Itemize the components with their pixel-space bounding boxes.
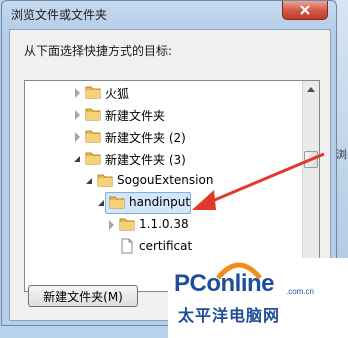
tree-item-label: 新建文件夹: [105, 109, 166, 123]
close-button[interactable]: [282, 1, 328, 20]
scroll-thumb[interactable]: [304, 151, 318, 168]
collapse-arrow-icon[interactable]: [74, 156, 80, 162]
scroll-up-button[interactable]: [303, 81, 319, 98]
file-icon: [121, 238, 133, 254]
collapse-arrow-icon[interactable]: [86, 178, 92, 184]
folder-icon: [85, 108, 101, 121]
tree-item[interactable]: 新建文件夹: [25, 104, 301, 126]
tree-item[interactable]: certificat: [25, 236, 301, 258]
tree-item-label: SogouExtension: [117, 173, 214, 187]
tree-item-label: handinput: [129, 195, 191, 209]
dialog-title: 浏览文件或文件夹: [11, 8, 108, 22]
folder-icon: [85, 152, 101, 165]
tree-item[interactable]: 1.1.0.38: [25, 214, 301, 236]
watermark-domain-suffix: .com.cn: [286, 287, 315, 296]
folder-icon: [85, 130, 101, 143]
expand-arrow-icon[interactable]: [75, 110, 80, 120]
folder-icon: [85, 86, 101, 99]
tree-item-label: 新建文件夹 (3): [105, 153, 186, 167]
tree-item[interactable]: 火狐: [25, 82, 301, 104]
new-folder-button[interactable]: 新建文件夹(M): [28, 285, 138, 307]
expand-arrow-icon[interactable]: [109, 220, 114, 230]
tree-item[interactable]: 新建文件夹 (2): [25, 126, 301, 148]
pconline-watermark: PConline .com.cn 太平洋电脑网: [168, 258, 348, 338]
watermark-logo-text: PConline: [174, 270, 275, 297]
background-window-label: 浏: [336, 148, 347, 161]
instruction-text: 从下面选择快捷方式的目标:: [24, 44, 173, 58]
collapse-arrow-icon[interactable]: [98, 200, 104, 206]
tree-item-label: certificat: [139, 239, 193, 253]
folder-icon: [119, 218, 135, 231]
expand-arrow-icon[interactable]: [75, 132, 80, 142]
tree-item[interactable]: 新建文件夹 (3): [25, 148, 301, 170]
folder-icon: [109, 196, 125, 209]
tree-item-selected[interactable]: handinput: [25, 192, 301, 214]
watermark-subtitle: 太平洋电脑网: [178, 306, 281, 325]
scroll-up-arrow-icon: [307, 87, 315, 92]
tree-item[interactable]: SogouExtension: [25, 170, 301, 192]
tree-item-label: 1.1.0.38: [139, 217, 189, 231]
tree-item-label: 火狐: [105, 87, 130, 101]
folder-icon: [97, 174, 113, 187]
tree-item-label: 新建文件夹 (2): [105, 131, 186, 145]
expand-arrow-icon[interactable]: [75, 88, 80, 98]
close-icon: [300, 5, 310, 15]
